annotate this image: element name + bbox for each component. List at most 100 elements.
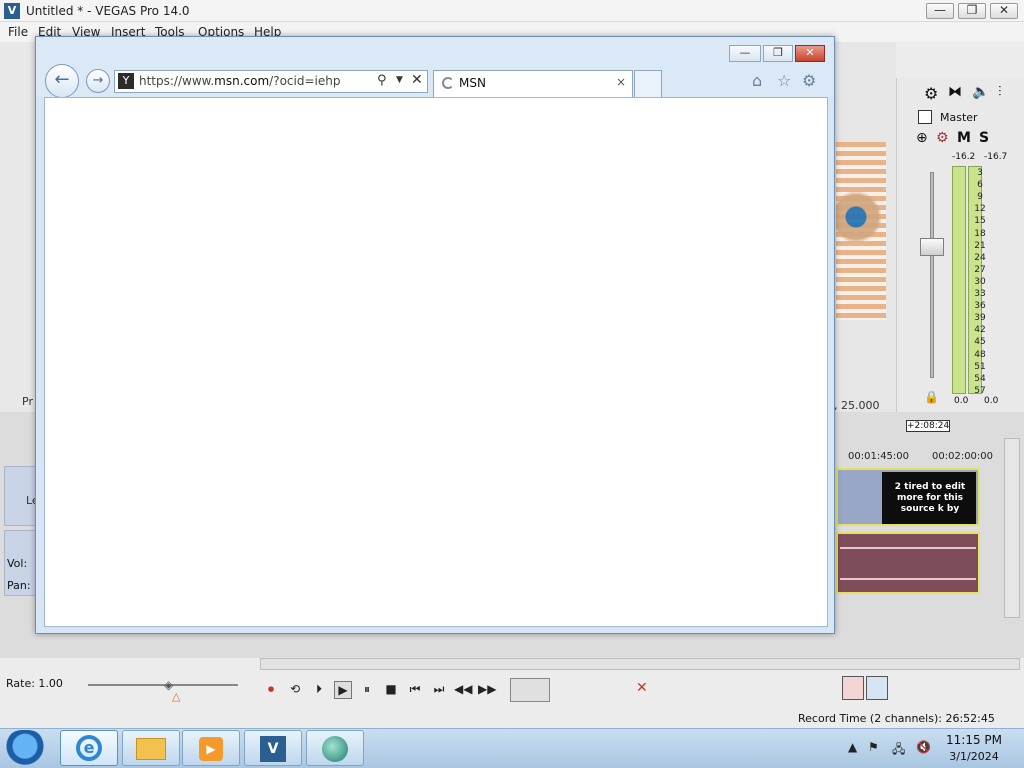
db-scale-tick: 15 — [974, 216, 986, 227]
mixer-icon[interactable]: ⫶ — [998, 84, 1002, 100]
db-scale-tick: 33 — [974, 289, 986, 299]
db-scale-tick: 12 — [974, 204, 986, 215]
pause-button[interactable]: ⏸ — [358, 681, 376, 699]
db-scale-tick: 6 — [977, 180, 983, 191]
taskbar-internet-explorer[interactable]: e — [60, 730, 118, 766]
vegas-logo-icon: V — [4, 3, 20, 19]
master-fader[interactable] — [920, 238, 944, 256]
next-frame-button[interactable]: ▶▶ — [478, 681, 496, 699]
audio-waveform-top — [840, 547, 976, 549]
clock-date[interactable]: 3/1/2024 — [944, 750, 1004, 763]
internet-explorer-icon: e — [76, 735, 102, 761]
loading-spinner-icon — [442, 77, 454, 89]
home-icon[interactable]: ⌂ — [752, 71, 762, 90]
preview-frame-subject — [836, 172, 886, 272]
speaker-icon[interactable]: 🔈 — [972, 84, 989, 100]
menu-file[interactable]: File — [8, 25, 28, 39]
db-scale-tick: 24 — [974, 252, 986, 263]
play-from-start-button[interactable]: ⏵ — [310, 681, 328, 699]
forward-button[interactable]: → — [86, 69, 110, 93]
edit-tool-select[interactable] — [510, 678, 550, 702]
ruler-label-1: 00:01:45:00 — [848, 451, 910, 462]
start-button[interactable] — [4, 730, 46, 766]
auto-ripple-button[interactable] — [866, 676, 888, 700]
volume-muted-icon[interactable]: 🔇 — [916, 740, 931, 754]
volume-label: Vol: — [7, 557, 28, 570]
delete-icon[interactable]: ✕ — [636, 680, 648, 696]
db-scale-tick: 9 — [977, 192, 983, 203]
clock-time[interactable]: 11:15 PM — [944, 733, 1004, 747]
fx-icon[interactable]: ⊕ — [916, 130, 928, 146]
video-event-text: 2 tired to edit more for this source k b… — [894, 482, 966, 514]
db-scale-tick: 21 — [974, 240, 986, 251]
chevron-down-icon[interactable]: ▼ — [396, 75, 403, 85]
horizontal-scrollbar[interactable] — [260, 658, 1020, 670]
lock-icon[interactable]: 🔒 — [924, 390, 939, 404]
db-scale-tick: 54 — [974, 373, 986, 384]
panel-tab-label[interactable]: Pr — [22, 395, 33, 408]
action-center-icon[interactable]: ⚑ — [868, 740, 879, 754]
master-label: Master — [940, 111, 978, 124]
taskbar-file-explorer[interactable] — [122, 730, 180, 766]
input-icon[interactable]: ⧓ — [948, 84, 962, 100]
network-icon[interactable]: 🖧 — [892, 740, 905, 761]
taskbar-vegas[interactable]: V — [244, 730, 302, 766]
automation-icon[interactable]: ⚙ — [936, 130, 949, 146]
ie-close-button[interactable]: ✕ — [795, 45, 825, 62]
pan-label: Pan: — [7, 579, 31, 592]
ie-minimize-button[interactable]: — — [729, 45, 761, 62]
db-scale-tick: 36 — [974, 301, 986, 312]
folder-icon — [136, 738, 166, 760]
db-scale-tick: 39 — [974, 313, 986, 324]
tab-close-icon[interactable]: × — [616, 75, 626, 89]
db-scale-tick: 57 — [974, 385, 986, 396]
media-player-icon: ▶ — [199, 737, 223, 761]
minimize-button[interactable]: — — [926, 3, 954, 19]
solo-button[interactable]: S — [979, 130, 989, 146]
page-content[interactable] — [44, 97, 828, 627]
show-hidden-icons-icon[interactable]: ▲ — [848, 740, 857, 754]
settings-gear-icon[interactable]: ⚙ — [802, 71, 816, 90]
snapping-button[interactable] — [842, 676, 864, 700]
previous-frame-button[interactable]: ◀◀ — [454, 681, 472, 699]
new-tab-button[interactable] — [634, 70, 662, 97]
address-url[interactable]: https://www.msn.com/?ocid=iehp — [139, 74, 340, 88]
mute-button[interactable]: M — [957, 130, 971, 146]
taskbar-media-player[interactable]: ▶ — [182, 730, 240, 766]
url-suffix: /?ocid=iehp — [269, 74, 341, 88]
peak-left: -16.2 — [952, 152, 976, 162]
rate-slider[interactable] — [88, 684, 238, 686]
app-icon — [322, 736, 348, 762]
db-scale-tick: 18 — [974, 228, 986, 239]
url-prefix: https://www. — [139, 74, 215, 88]
vertical-scrollbar[interactable] — [1004, 438, 1020, 618]
search-icon[interactable]: ⚲ — [377, 73, 387, 88]
favorites-icon[interactable]: ☆ — [777, 71, 791, 90]
close-button[interactable]: ✕ — [990, 3, 1018, 19]
taskbar-app[interactable] — [306, 730, 364, 766]
audio-event[interactable] — [836, 532, 980, 594]
settings-icon[interactable]: ⚙ — [924, 84, 938, 103]
site-favicon-icon: Y — [118, 73, 134, 89]
rate-label: Rate: 1.00 — [6, 677, 63, 690]
db-scale-tick: 30 — [974, 276, 986, 287]
maximize-button[interactable]: ❐ — [958, 3, 986, 19]
back-button[interactable]: ← — [45, 64, 79, 98]
ie-restore-button[interactable]: ❐ — [763, 45, 793, 62]
db-scale-tick: 27 — [974, 264, 986, 275]
level-right: 0.0 — [984, 396, 999, 406]
stop-button[interactable]: ■ — [382, 681, 400, 699]
url-host: msn.com — [214, 74, 270, 88]
loop-button[interactable]: ⟲ — [286, 681, 304, 699]
record-button[interactable]: ⏺ — [262, 681, 280, 699]
play-button[interactable]: ▶ — [334, 681, 352, 699]
peak-right: -16.7 — [984, 152, 1008, 162]
stop-icon[interactable]: ✕ — [411, 72, 423, 88]
record-time: Record Time (2 channels): 26:52:45 — [798, 712, 995, 725]
go-to-end-button[interactable]: ⏭ — [430, 681, 448, 699]
time-marker: +2:08:24 — [906, 420, 950, 432]
db-scale-tick: 42 — [974, 325, 986, 336]
go-to-start-button[interactable]: ⏮ — [406, 681, 424, 699]
window-title: Untitled * - VEGAS Pro 14.0 — [26, 4, 190, 18]
master-checkbox[interactable] — [918, 110, 932, 124]
